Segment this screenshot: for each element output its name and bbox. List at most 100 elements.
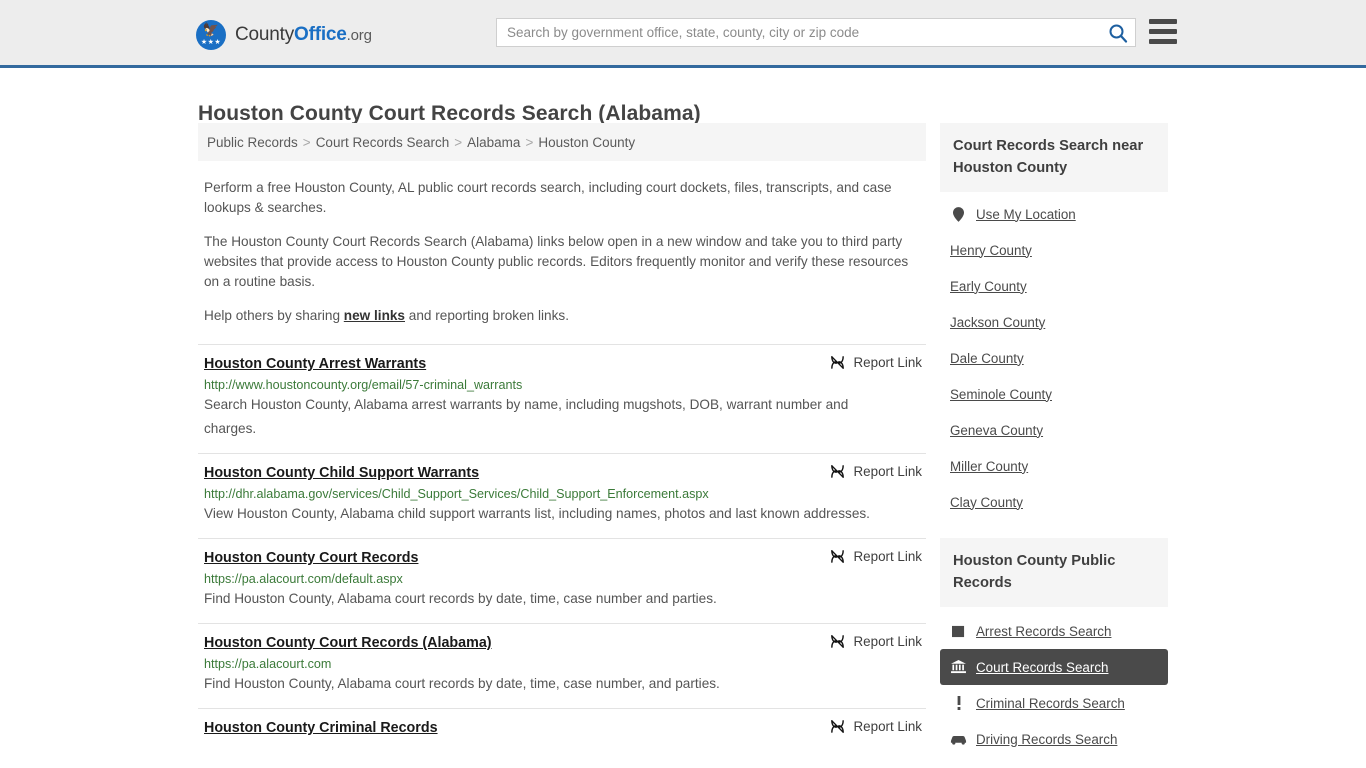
sidebar-item-clay-county[interactable]: Clay County (940, 484, 1168, 520)
broken-link-icon (830, 464, 845, 479)
panel-item-list: Arrest Records Search Court Records Sear… (940, 607, 1168, 768)
sidebar-item-label: Arrest Records Search (976, 623, 1112, 639)
search-bar (496, 18, 1136, 47)
result-title-link[interactable]: Houston County Court Records (Alabama) (204, 635, 492, 651)
result-url: http://www.houstoncounty.org/email/57-cr… (204, 378, 523, 392)
hamburger-menu-icon[interactable] (1149, 19, 1177, 44)
courthouse-icon (950, 660, 967, 674)
sidebar-item-use-my-location[interactable]: Use My Location (940, 196, 1168, 232)
main-content: Public Records > Court Records Search > … (198, 123, 926, 749)
sidebar-item-seminole-county[interactable]: Seminole County (940, 376, 1168, 412)
sidebar-item-miller-county[interactable]: Miller County (940, 448, 1168, 484)
result-description: View Houston County, Alabama child suppo… (204, 506, 870, 521)
menu-bar-2 (1149, 29, 1177, 34)
report-link-button[interactable]: Report Link (830, 355, 922, 370)
sidebar-item-label: Henry County (950, 242, 1032, 258)
sidebar-item-label: Use My Location (976, 206, 1076, 222)
sidebar-item-court-records-search[interactable]: Court Records Search (940, 649, 1168, 685)
brand-part-office: Office (294, 24, 347, 45)
result-url: https://pa.alacourt.com/default.aspx (204, 572, 403, 586)
search-input[interactable] (497, 19, 1101, 46)
sidebar-item-label: Miller County (950, 458, 1029, 474)
menu-bar-1 (1149, 19, 1177, 24)
sidebar-item-early-county[interactable]: Early County (940, 268, 1168, 304)
site-header: 🦅 ★★★ CountyOffice.org (0, 0, 1366, 68)
sidebar-item-inmate-search[interactable]: Inmate Search (940, 757, 1168, 768)
car-icon (950, 734, 967, 745)
brand-part-county: County (235, 24, 295, 45)
report-link-label: Report Link (853, 634, 922, 649)
breadcrumb-separator: > (454, 134, 463, 150)
intro-paragraph-1: Perform a free Houston County, AL public… (204, 180, 892, 215)
sidebar-item-dale-county[interactable]: Dale County (940, 340, 1168, 376)
report-link-button[interactable]: Report Link (830, 719, 922, 734)
breadcrumb-item-alabama[interactable]: Alabama (467, 135, 520, 150)
sidebar-item-arrest-records-search[interactable]: Arrest Records Search (940, 613, 1168, 649)
new-links-link[interactable]: new links (344, 308, 405, 323)
report-link-button[interactable]: Report Link (830, 464, 922, 479)
sidebar-item-label: Seminole County (950, 386, 1052, 402)
sidebar-item-label: Early County (950, 278, 1027, 294)
breadcrumb-item-public-records[interactable]: Public Records (207, 135, 298, 150)
sidebar-item-label: Driving Records Search (976, 731, 1118, 747)
map-pin-icon (950, 206, 967, 222)
sidebar-item-driving-records-search[interactable]: Driving Records Search (940, 721, 1168, 757)
brand-text: CountyOffice.org (235, 24, 372, 46)
sidebar-item-label: Dale County (950, 350, 1024, 366)
result-title-link[interactable]: Houston County Arrest Warrants (204, 356, 426, 372)
sidebar: Court Records Search near Houston County… (940, 123, 1168, 768)
results-list: Houston County Arrest Warrants Report Li… (198, 344, 926, 749)
search-icon (1109, 24, 1128, 43)
panel-public-records: Houston County Public Records Arrest Rec… (940, 538, 1168, 768)
sidebar-item-jackson-county[interactable]: Jackson County (940, 304, 1168, 340)
panel-court-records-near: Court Records Search near Houston County… (940, 123, 1168, 520)
intro-p3-before: Help others by sharing (204, 308, 344, 323)
breadcrumb-item-court-records-search[interactable]: Court Records Search (316, 135, 450, 150)
broken-link-icon (830, 634, 845, 649)
sidebar-item-label: Geneva County (950, 422, 1044, 438)
site-logo[interactable]: 🦅 ★★★ CountyOffice.org (196, 20, 372, 50)
intro-paragraph-2: The Houston County Court Records Search … (204, 234, 909, 289)
result-url: https://pa.alacourt.com (204, 657, 332, 671)
handcuffs-icon (950, 625, 967, 638)
result-item: Houston County Court Records (Alabama) R… (198, 623, 926, 708)
intro-paragraph-3: Help others by sharing new links and rep… (204, 306, 920, 326)
search-button[interactable] (1101, 19, 1135, 46)
report-link-button[interactable]: Report Link (830, 634, 922, 649)
sidebar-item-geneva-county[interactable]: Geneva County (940, 412, 1168, 448)
broken-link-icon (830, 355, 845, 370)
exclamation-icon (950, 696, 967, 710)
breadcrumb-item-houston-county: Houston County (538, 134, 636, 150)
menu-bar-3 (1149, 39, 1177, 44)
result-title-link[interactable]: Houston County Child Support Warrants (204, 465, 479, 481)
brand-part-tld: .org (346, 27, 372, 44)
report-link-label: Report Link (853, 549, 922, 564)
eagle-seal-icon: 🦅 ★★★ (196, 20, 226, 50)
sidebar-item-henry-county[interactable]: Henry County (940, 232, 1168, 268)
result-description: Find Houston County, Alabama court recor… (204, 591, 717, 606)
panel-item-list: Use My Location Henry County Early Count… (940, 192, 1168, 520)
breadcrumb-separator: > (525, 134, 534, 150)
panel-heading: Houston County Public Records (940, 538, 1168, 607)
result-item: Houston County Criminal Records Report L… (198, 708, 926, 749)
result-title-link[interactable]: Houston County Court Records (204, 550, 418, 566)
result-url: http://dhr.alabama.gov/services/Child_Su… (204, 487, 709, 501)
sidebar-item-label: Clay County (950, 494, 1023, 510)
report-link-button[interactable]: Report Link (830, 549, 922, 564)
result-title-link[interactable]: Houston County Criminal Records (204, 720, 438, 736)
report-link-label: Report Link (853, 719, 922, 734)
sidebar-item-label: Court Records Search (976, 659, 1109, 675)
result-description: Find Houston County, Alabama court recor… (204, 676, 720, 691)
sidebar-item-label: Jackson County (950, 314, 1046, 330)
report-link-label: Report Link (853, 355, 922, 370)
breadcrumb: Public Records > Court Records Search > … (198, 123, 926, 161)
result-description: Search Houston County, Alabama arrest wa… (204, 397, 849, 436)
report-link-label: Report Link (853, 464, 922, 479)
intro-p3-after: and reporting broken links. (405, 308, 569, 323)
broken-link-icon (830, 719, 845, 734)
breadcrumb-separator: > (302, 134, 311, 150)
result-item: Houston County Arrest Warrants Report Li… (198, 344, 926, 453)
panel-heading: Court Records Search near Houston County (940, 123, 1168, 192)
result-item: Houston County Child Support Warrants Re… (198, 453, 926, 538)
sidebar-item-criminal-records-search[interactable]: Criminal Records Search (940, 685, 1168, 721)
